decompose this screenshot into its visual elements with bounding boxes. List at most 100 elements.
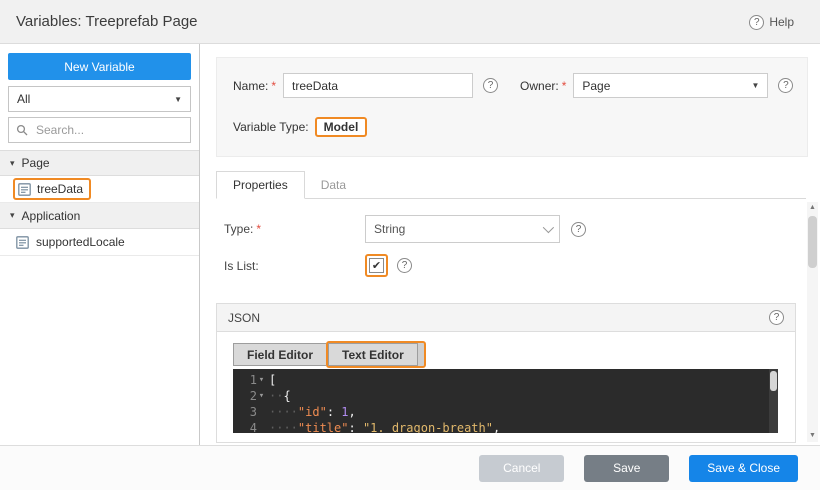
content-scrollbar[interactable]: ▲ ▼ [807,202,818,442]
line-number: 1 [250,372,257,388]
type-label: Type: [224,222,253,236]
help-icon[interactable]: ? [749,15,764,30]
scroll-up-icon[interactable]: ▲ [807,202,818,214]
help-link[interactable]: ? Help [749,0,794,44]
variables-tree: ▾ Page treeData ▾ Application supportedL… [0,150,199,256]
filter-selected-value: All [17,92,30,106]
code-line: 4 ····"title": "1. dragon-breath", [233,420,778,433]
type-row: Type: * String ? [224,215,586,243]
gutter: 3 [233,404,269,420]
line-number: 4 [250,420,257,433]
line-number: 3 [250,404,257,420]
tab-data[interactable]: Data [305,171,362,198]
fold-icon[interactable]: ▾ [257,372,266,388]
editor-scroll-thumb[interactable] [770,371,777,391]
tree-item-label: supportedLocale [36,235,125,249]
tab-label: Properties [233,178,288,192]
type-label-wrap: Type: * [224,222,365,236]
editor-mode-bar: Field Editor Text Editor [233,341,426,368]
code-editor[interactable]: 1 ▾ [ 2 ▾ ··{ 3 ·· [233,369,778,433]
field-editor-button[interactable]: Field Editor [233,343,326,366]
required-asterisk: * [256,222,261,236]
new-variable-button[interactable]: New Variable [8,53,191,80]
is-list-checkbox[interactable]: ✔ [369,258,384,273]
variable-icon [18,183,31,196]
code-token: 1 [341,404,348,420]
variable-type-value: Model [324,120,359,134]
required-asterisk: * [562,79,567,93]
highlight-box: Text Editor [326,341,426,368]
tree-group-label: Page [22,156,50,170]
collapse-icon[interactable]: ▾ [10,158,15,169]
collapse-icon[interactable]: ▾ [10,210,15,221]
variable-icon [16,236,29,249]
tab-properties[interactable]: Properties [216,171,305,199]
variable-form: Name: * ? Owner: * Page ▼ ? Variable Typ… [216,57,808,157]
form-row-name-owner: Name: * ? Owner: * Page ▼ ? [233,73,793,98]
required-asterisk: * [271,79,276,93]
is-list-help-icon[interactable]: ? [397,258,412,273]
search-input[interactable] [34,122,183,138]
name-input[interactable] [283,73,473,98]
code-line: 1 ▾ [ [233,372,778,388]
top-bar: Variables: Treeprefab Page ? Help [0,0,820,44]
tree-group-page[interactable]: ▾ Page [0,150,199,176]
gutter: 4 [233,420,269,433]
caret-down-icon: ▼ [751,81,759,90]
chevron-down-icon [543,222,554,233]
code-token: ·· [269,388,283,404]
code-token: "id" [298,404,327,420]
tab-label: Data [321,178,346,192]
code-token: "1. dragon-breath" [363,420,493,433]
gutter: 1 ▾ [233,372,269,388]
code-token: [ [269,372,276,388]
code-token: "title" [298,420,349,433]
is-list-label-wrap: Is List: [224,259,365,273]
tree-group-application[interactable]: ▾ Application [0,203,199,229]
scroll-thumb[interactable] [808,216,817,268]
page-title: Variables: Treeprefab Page [16,13,198,30]
code-token: { [283,388,290,404]
scroll-down-icon[interactable]: ▼ [807,430,818,442]
code-token: : [348,420,362,433]
owner-help-icon[interactable]: ? [778,78,793,93]
cancel-button[interactable]: Cancel [479,455,564,482]
tree-group-label: Application [22,209,81,223]
check-icon: ✔ [372,259,381,272]
highlight-box: ✔ [365,254,388,277]
gutter: 2 ▾ [233,388,269,404]
line-number: 2 [250,388,257,404]
footer-bar: Cancel Save Save & Close [0,445,820,490]
highlight-box: treeData [13,178,91,200]
variable-filter-select[interactable]: All ▼ [8,86,191,112]
code-token: : [327,404,341,420]
code-token: ···· [269,404,298,420]
code-token: ···· [269,420,298,433]
search-box[interactable] [8,117,191,143]
tree-item-label: treeData [37,182,83,196]
highlight-box: Model [315,117,368,137]
type-select[interactable]: String [365,215,560,243]
variable-type-label: Variable Type: [233,120,309,134]
owner-label: Owner: [520,79,559,93]
owner-selected-value: Page [582,79,610,93]
type-selected-value: String [374,222,405,236]
variables-dialog: Variables: Treeprefab Page ? Help New Va… [0,0,820,490]
owner-select[interactable]: Page ▼ [573,73,768,98]
fold-icon[interactable]: ▾ [257,388,266,404]
tree-item-supportedlocale[interactable]: supportedLocale [0,229,199,256]
name-label: Name: [233,79,268,93]
name-help-icon[interactable]: ? [483,78,498,93]
json-help-icon[interactable]: ? [769,310,784,325]
caret-down-icon: ▼ [174,95,182,104]
save-button[interactable]: Save [584,455,669,482]
text-editor-button[interactable]: Text Editor [328,343,418,366]
json-panel: JSON ? Field Editor Text Editor 1 ▾ [ [216,303,796,443]
type-help-icon[interactable]: ? [571,222,586,237]
tree-item-treedata[interactable]: treeData [0,176,199,203]
save-and-close-button[interactable]: Save & Close [689,455,798,482]
search-icon [16,124,28,136]
editor-scrollbar[interactable] [769,369,778,433]
is-list-label: Is List: [224,259,259,273]
json-title: JSON [228,311,260,325]
